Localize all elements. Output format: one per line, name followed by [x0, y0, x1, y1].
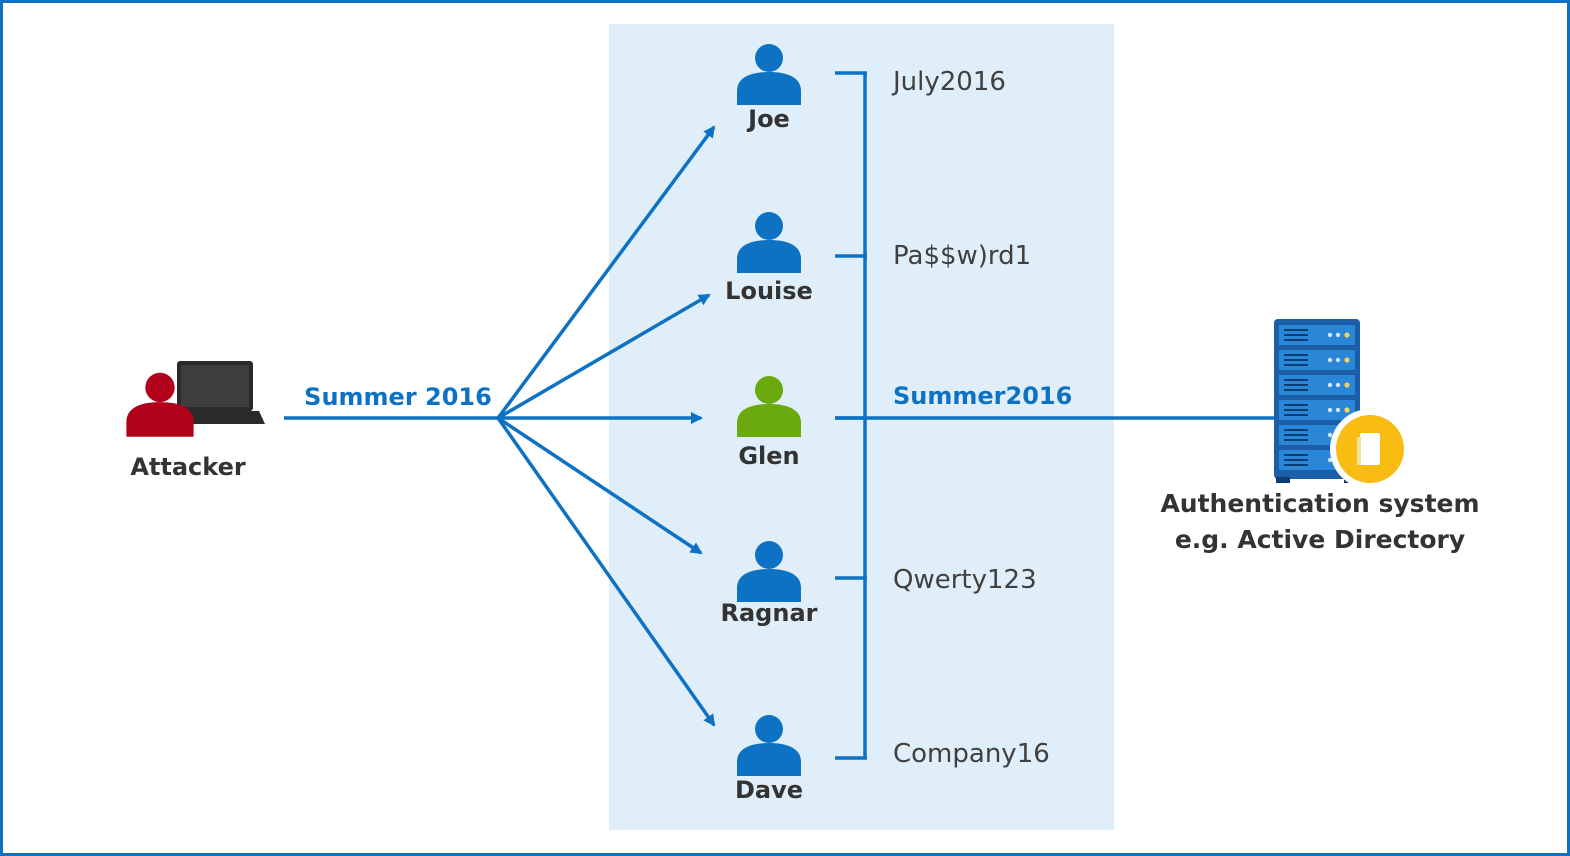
server-status-led: [1344, 357, 1350, 363]
user-name: Glen: [738, 442, 799, 470]
server-led: [1327, 432, 1333, 438]
user-name: Joe: [746, 105, 790, 133]
user-password: Pa$$w)rd1: [893, 241, 1031, 271]
user-password: Qwerty123: [893, 565, 1037, 595]
user-password: Summer2016: [893, 382, 1072, 410]
server-status-led: [1344, 332, 1350, 338]
server-vent: [1284, 364, 1308, 366]
server-vent: [1284, 464, 1308, 466]
server-vent: [1284, 439, 1308, 441]
server-status-led: [1344, 407, 1350, 413]
user-name: Louise: [725, 277, 813, 305]
diagram-frame: Attacker Summer 2016 Joe July2016 Louise…: [0, 0, 1570, 856]
server-vent: [1284, 459, 1308, 461]
server-led: [1327, 382, 1333, 388]
user-password: July2016: [891, 67, 1006, 97]
server-status-led: [1344, 382, 1350, 388]
server-vent: [1284, 454, 1308, 456]
server-vent: [1284, 379, 1308, 381]
password-spray-diagram: Attacker Summer 2016 Joe July2016 Louise…: [126, 24, 1480, 830]
server-led: [1335, 382, 1341, 388]
server-vent: [1284, 339, 1308, 341]
server-vent: [1284, 434, 1308, 436]
server-foot: [1276, 477, 1290, 483]
server-led: [1335, 332, 1341, 338]
auth-system-title: Authentication system: [1160, 489, 1479, 518]
users-panel: [609, 24, 1114, 830]
server-vent: [1284, 404, 1308, 406]
server-vent: [1284, 359, 1308, 361]
spray-password-label: Summer 2016: [304, 383, 492, 411]
auth-system-subtitle: e.g. Active Directory: [1175, 525, 1465, 554]
server-vent: [1284, 354, 1308, 356]
server-vent: [1284, 389, 1308, 391]
server-vent: [1284, 414, 1308, 416]
server-led: [1327, 357, 1333, 363]
server-vent: [1284, 429, 1308, 431]
user-name: Dave: [735, 776, 803, 804]
server-led: [1327, 407, 1333, 413]
server-led: [1335, 357, 1341, 363]
server-led: [1335, 407, 1341, 413]
server-led: [1327, 332, 1333, 338]
server-vent: [1284, 334, 1308, 336]
directory-book-icon: [1330, 409, 1410, 489]
server-vent: [1284, 384, 1308, 386]
attacker-laptop-icon: [126, 361, 265, 437]
server-vent: [1284, 409, 1308, 411]
server-vent: [1284, 329, 1308, 331]
user-password: Company16: [893, 739, 1050, 769]
attacker-label: Attacker: [130, 453, 246, 481]
user-name: Ragnar: [721, 599, 818, 627]
